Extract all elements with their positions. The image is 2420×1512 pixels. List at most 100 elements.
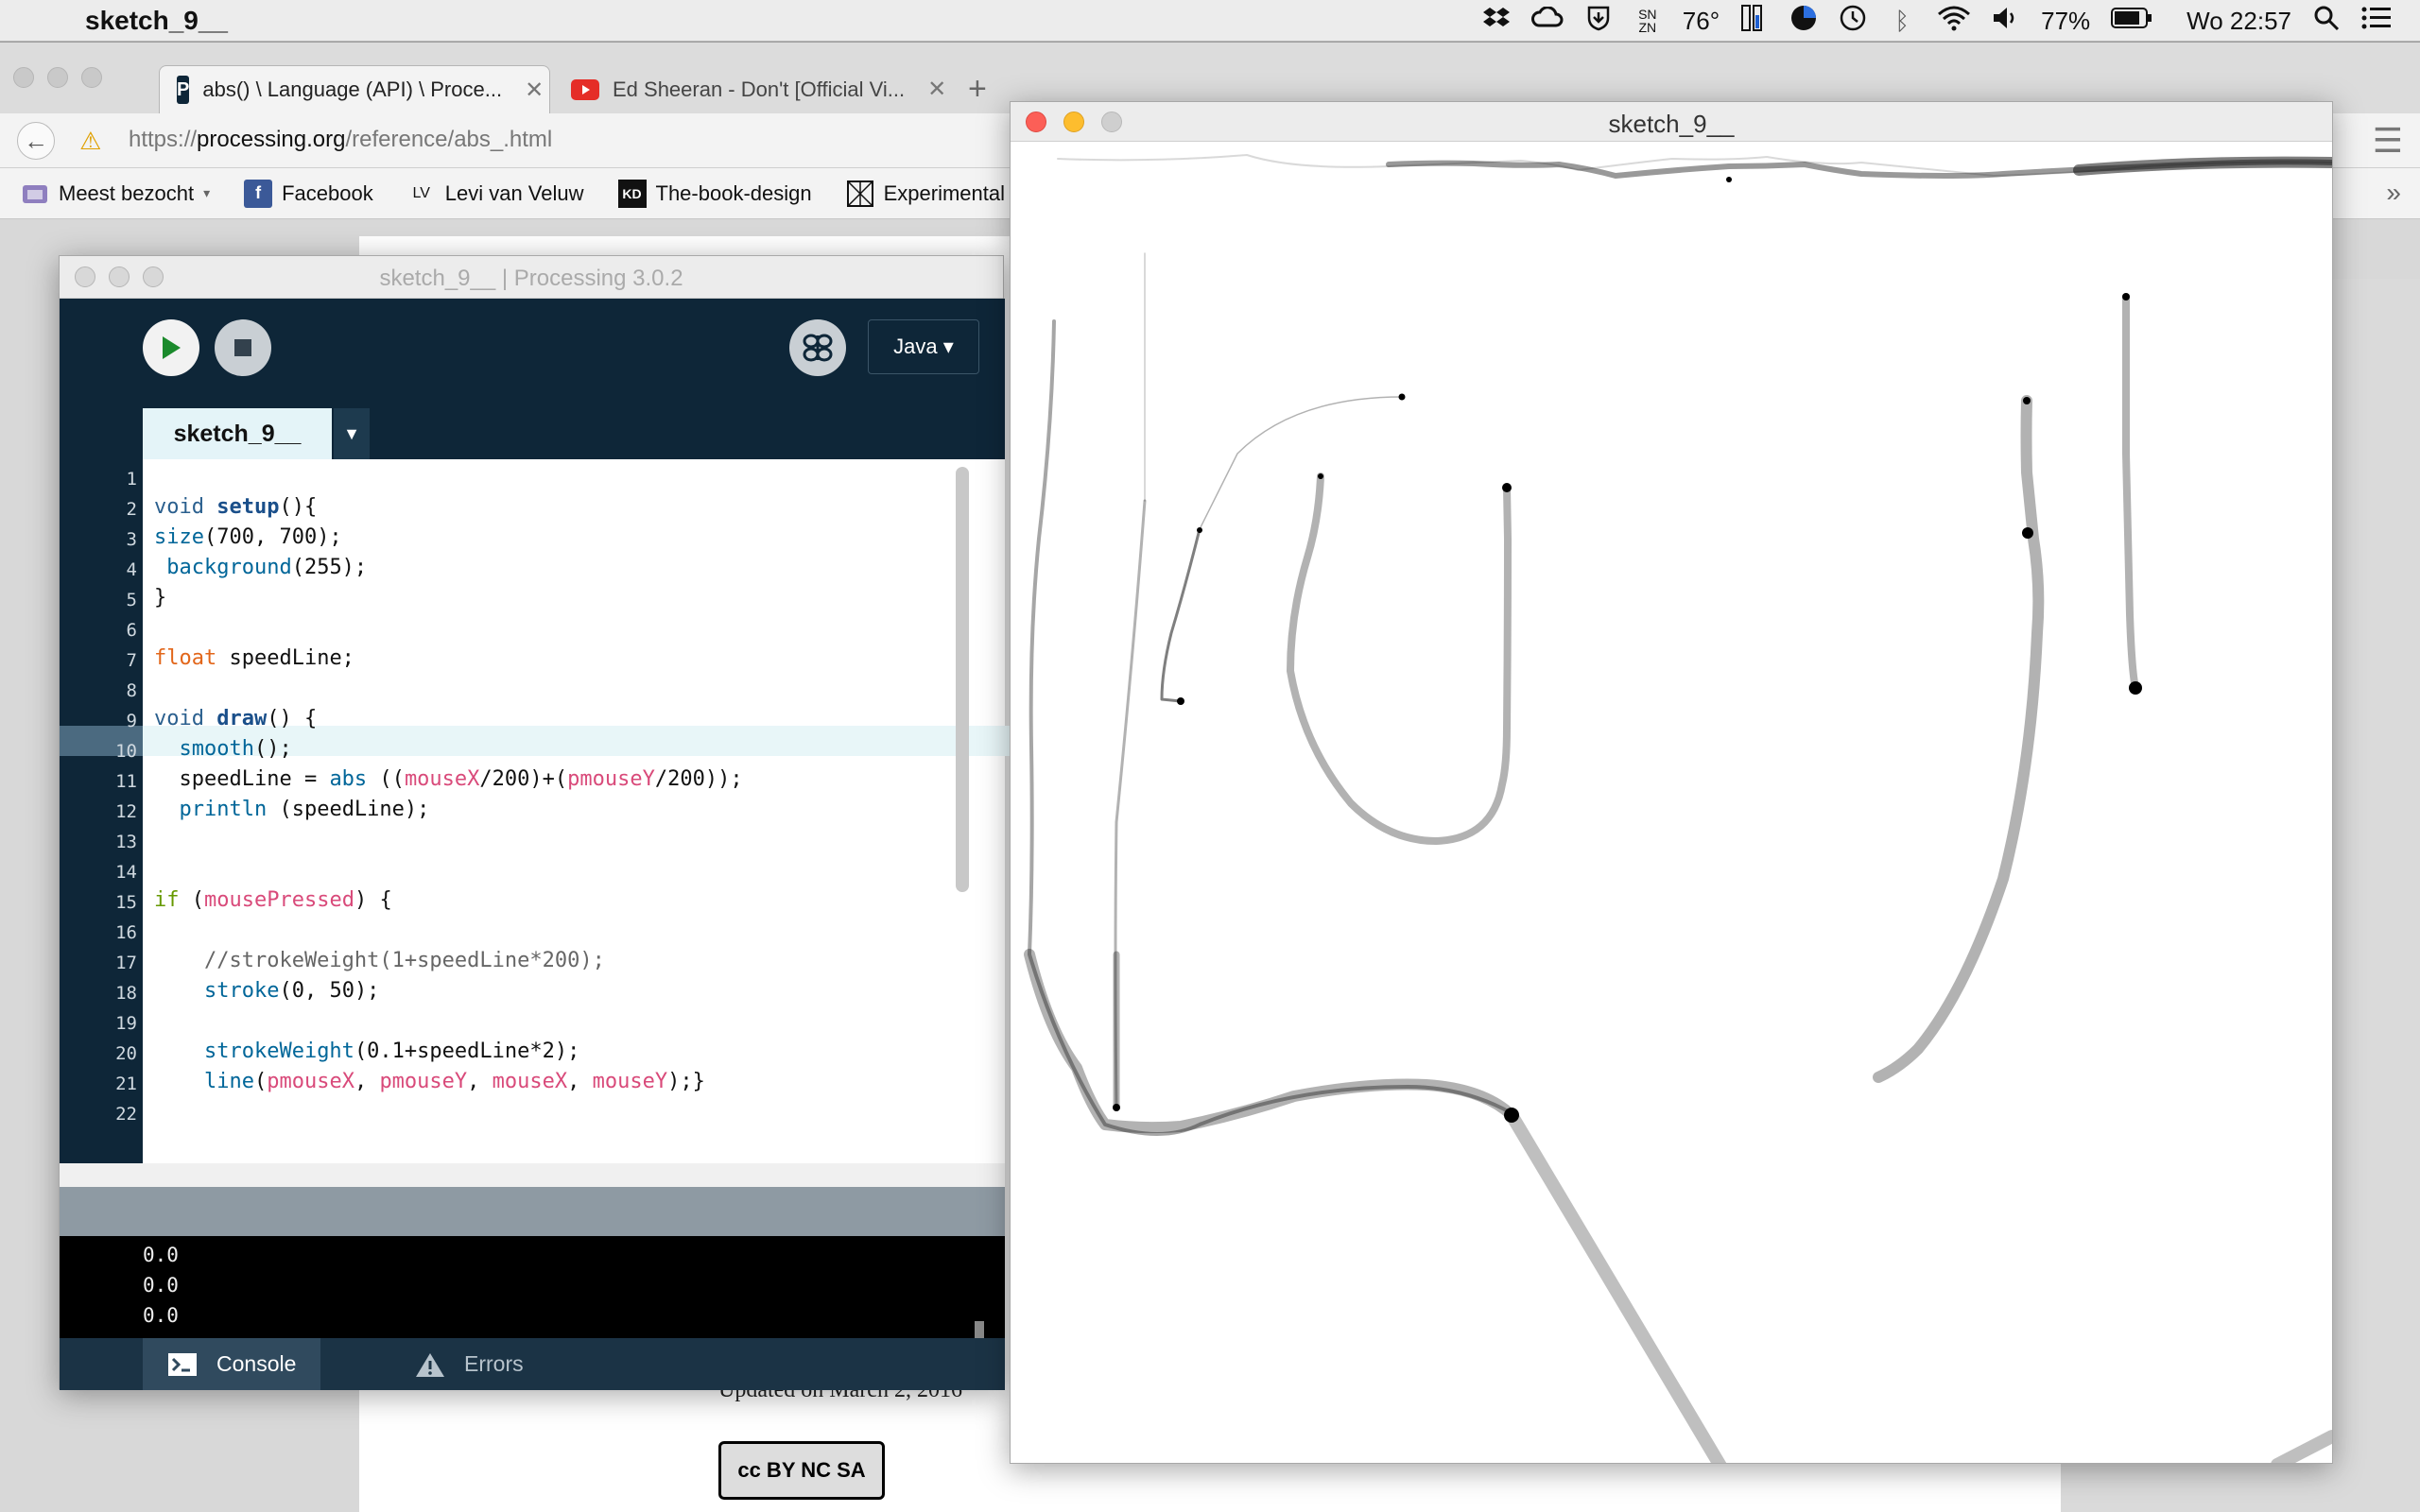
drawn-stroke: [2122, 293, 2139, 692]
editor-scrollbar[interactable]: [956, 467, 969, 892]
url-path: /reference/abs_.html: [345, 127, 553, 152]
close-tab-icon[interactable]: ✕: [525, 77, 544, 104]
browser-zoom-button[interactable]: [81, 67, 102, 88]
line-number: 21: [115, 1074, 137, 1094]
bookmark-levi-van-veluw[interactable]: LV Levi van Veluw: [407, 180, 584, 208]
sketch-canvas[interactable]: [1011, 142, 2332, 1463]
spotlight-search-icon[interactable]: [2312, 5, 2341, 38]
facebook-icon: f: [244, 179, 273, 208]
browser-tab-youtube[interactable]: Ed Sheeran - Don't [Official Vi... ✕: [554, 65, 946, 113]
back-arrow-icon[interactable]: ←: [17, 122, 55, 160]
creative-cloud-icon[interactable]: [1530, 5, 1564, 36]
browser-minimize-button[interactable]: [47, 67, 68, 88]
processing-favicon-icon: P: [177, 76, 190, 104]
debug-button[interactable]: [789, 319, 846, 376]
drawn-dot: [1113, 1104, 1120, 1111]
time-machine-icon[interactable]: [1839, 4, 1867, 39]
line-number: 11: [115, 771, 137, 792]
line-number: 22: [115, 1104, 137, 1125]
drawn-stroke: [1114, 499, 1147, 1108]
drawn-dot: [2022, 527, 2033, 539]
bookmark-the-book-design[interactable]: KD The-book-design: [617, 179, 812, 208]
processing-ide-window: sketch_9__ | Processing 3.0.2 Java ▾ ske…: [59, 255, 1012, 1390]
bookmark-label: Meest bezocht: [59, 180, 195, 205]
drawn-stroke: [2073, 156, 2332, 176]
pie-chart-icon[interactable]: [1789, 4, 1818, 39]
temperature-label[interactable]: 76°: [1683, 7, 1720, 36]
drawn-dot: [1197, 527, 1202, 533]
mode-selector[interactable]: Java ▾: [868, 319, 979, 374]
drawn-stroke: [1873, 395, 2045, 1083]
close-tab-icon[interactable]: ✕: [927, 76, 946, 103]
browser-tab-processing[interactable]: P abs() \ Language (API) \ Proce... ✕: [159, 65, 550, 113]
book-icon: KD: [617, 179, 647, 208]
drawn-dot: [1726, 177, 1732, 182]
url-field[interactable]: https://processing.org/reference/abs_.ht…: [129, 127, 552, 153]
line-number: 6: [126, 620, 137, 641]
code-line: }: [154, 586, 167, 610]
chevron-down-icon: ▾: [203, 185, 211, 200]
weather-icon[interactable]: SN ZN: [1634, 8, 1662, 34]
sketch-titlebar: sketch_9__: [1011, 102, 2332, 142]
line-number: 17: [115, 953, 137, 973]
url-host: processing.org: [197, 127, 346, 152]
new-tab-plus-icon[interactable]: +: [968, 71, 987, 108]
stop-button[interactable]: [215, 319, 271, 376]
battery-percent[interactable]: 77%: [2041, 7, 2090, 36]
editor-footer: [60, 1163, 1005, 1187]
code-line: strokeWeight(0.1+speedLine*2);: [203, 1040, 580, 1063]
line-number: 12: [115, 801, 137, 822]
lv-icon: LV: [412, 184, 430, 201]
console-tab-label: Console: [216, 1351, 297, 1376]
bookmark-label: The-book-design: [655, 180, 812, 205]
menu-bar: sketch_9__ SN ZN 76° ᛒ 77% Wo 22:57: [0, 0, 2420, 42]
volume-icon[interactable]: [1992, 6, 2020, 37]
line-number: 13: [115, 832, 137, 852]
clock[interactable]: Wo 22:57: [2187, 7, 2291, 36]
tab-console[interactable]: Console: [143, 1338, 321, 1390]
hamburger-menu-icon[interactable]: ☰: [2373, 121, 2403, 161]
dropbox-icon[interactable]: [1482, 6, 1511, 37]
line-number: 9: [126, 711, 137, 731]
browser-window-controls: [13, 67, 102, 88]
tab-menu-chevron-icon[interactable]: ▼: [334, 408, 370, 459]
bookmark-experimental[interactable]: Experimental Je: [846, 180, 1032, 208]
code-line: //strokeWeight(1+speedLine*200);: [154, 949, 605, 972]
bookmark-label: Facebook: [282, 180, 373, 205]
console-scrollbar[interactable]: [975, 1321, 984, 1338]
sketch-window: sketch_9__: [1010, 101, 2333, 1464]
bookmark-meest-bezocht[interactable]: Meest bezocht ▾: [21, 180, 210, 208]
cpu-meter-icon[interactable]: [1740, 4, 1769, 39]
tab-errors[interactable]: Errors: [390, 1338, 548, 1390]
bookmark-facebook[interactable]: f Facebook: [244, 179, 373, 208]
drawn-dot: [2023, 397, 2031, 404]
youtube-icon: [571, 76, 599, 104]
console-output: 0.0 0.0 0.0: [60, 1236, 1005, 1338]
code-editor[interactable]: 1 2 3 4 5 6 7 8 9 10 11 12 13 14 15 16 1…: [60, 459, 1012, 1163]
line-number: 19: [115, 1013, 137, 1034]
download-shield-icon[interactable]: [1584, 5, 1613, 38]
code-line: background(255);: [166, 556, 368, 579]
bluetooth-icon[interactable]: ᛒ: [1888, 7, 1916, 36]
code-line: void draw() {: [154, 707, 318, 730]
line-number: 3: [126, 529, 137, 550]
insecure-warning-icon[interactable]: ⚠: [79, 127, 101, 156]
ide-titlebar: sketch_9__ | Processing 3.0.2: [60, 256, 1003, 299]
drawn-stroke: [1505, 1108, 1727, 1463]
drawn-dot: [2122, 293, 2130, 301]
code-line: size(700, 700);: [154, 525, 342, 549]
battery-icon[interactable]: [2111, 7, 2152, 36]
more-bookmarks-chevron-icon[interactable]: »: [2386, 178, 2401, 208]
run-button[interactable]: [143, 319, 199, 376]
creative-commons-badge[interactable]: cc BY NC SA: [718, 1441, 885, 1500]
notification-center-icon[interactable]: [2361, 6, 2392, 37]
console-line: 0.0: [143, 1304, 179, 1327]
drawn-dot: [1177, 697, 1184, 705]
browser-close-button[interactable]: [13, 67, 34, 88]
app-name-menu[interactable]: sketch_9__: [85, 6, 228, 36]
terminal-icon: [167, 1351, 198, 1378]
tab-sketch[interactable]: sketch_9__: [143, 408, 332, 459]
drawn-dot: [1318, 473, 1323, 479]
wifi-icon[interactable]: [1937, 5, 1971, 38]
stop-icon: [234, 339, 251, 356]
